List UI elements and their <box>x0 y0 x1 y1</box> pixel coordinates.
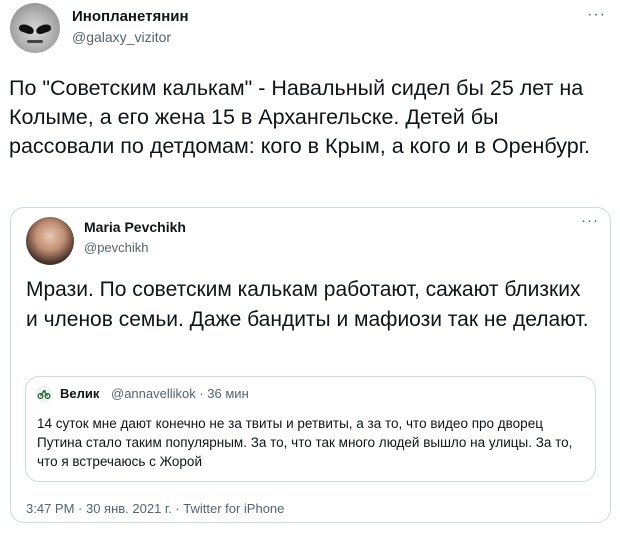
more-options-icon[interactable]: ··· <box>587 6 606 24</box>
avatar[interactable] <box>10 3 60 53</box>
quoted-avatar[interactable] <box>26 217 74 265</box>
alien-mouth <box>27 40 43 43</box>
nested-author-meta[interactable]: @annavellikok · 36 мин <box>111 386 249 401</box>
nested-author-name[interactable]: Велик <box>60 386 99 401</box>
tweet-timestamp[interactable]: 3:47 PM · 30 янв. 2021 г. · Twitter for … <box>26 501 284 516</box>
quoted-tweet[interactable]: Maria Pevchikh @pevchikh ··· Мрази. По с… <box>10 207 611 523</box>
quoted-author-name[interactable]: Maria Pevchikh <box>84 219 186 235</box>
tweet: Инопланетянин @galaxy_vizitor ··· По "Со… <box>0 0 620 533</box>
nested-tweet-text: 14 суток мне дают конечно не за твиты и … <box>37 416 573 469</box>
quoted-tweet-text: Мрази. По советским калькам работают, са… <box>26 278 589 331</box>
author-name[interactable]: Инопланетянин <box>72 8 189 25</box>
bicycle-avatar-icon <box>35 385 53 403</box>
more-options-icon[interactable]: ··· <box>581 212 599 229</box>
author-handle[interactable]: @galaxy_vizitor <box>72 29 171 45</box>
quoted-author-handle[interactable]: @pevchikh <box>84 240 149 255</box>
nested-quoted-tweet[interactable]: Велик @annavellikok · 36 мин 14 суток мн… <box>25 376 596 482</box>
alien-right-eye <box>35 22 52 36</box>
alien-left-eye <box>18 22 35 36</box>
tweet-text: По "Советским калькам" - Навальный сидел… <box>9 76 590 158</box>
